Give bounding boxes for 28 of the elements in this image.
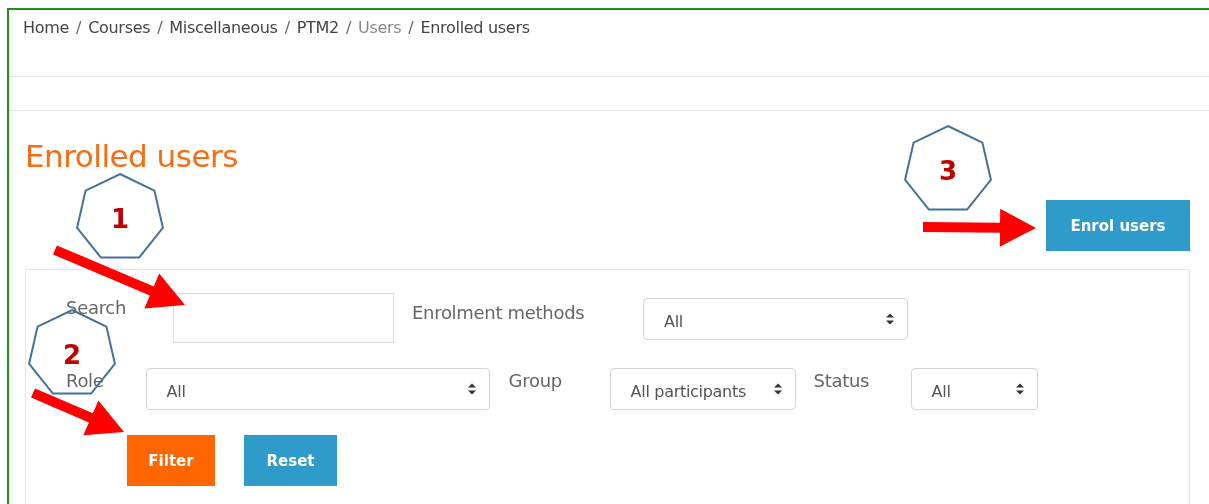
field-label: Search (66, 297, 128, 318)
select-field[interactable]: All (910, 368, 1038, 410)
callout: 3 (904, 124, 992, 211)
breadcrumb-separator: / (345, 17, 352, 37)
field-label: Status (813, 370, 871, 391)
breadcrumb-separator: / (284, 17, 290, 37)
search-field[interactable] (173, 293, 394, 343)
sort-arrows-icon (772, 382, 783, 396)
breadcrumb-link[interactable]: PTM2 (296, 17, 339, 37)
breadcrumb-link[interactable]: Users (358, 17, 402, 37)
field-label: Role (66, 370, 104, 391)
field-label: Group (508, 370, 563, 391)
sort-arrows-icon (1014, 382, 1025, 396)
breadcrumb-link[interactable]: Miscellaneous (169, 17, 278, 37)
sort-arrows-icon (885, 312, 895, 326)
field-label: Enrolment methods (412, 302, 586, 323)
breadcrumb-link[interactable]: Courses (88, 17, 151, 37)
breadcrumb-separator: / (157, 17, 163, 37)
select-field[interactable]: All (145, 368, 490, 410)
sort-arrows-icon (466, 382, 477, 396)
breadcrumb-separator: / (408, 17, 414, 37)
select-field[interactable]: All (643, 298, 908, 340)
page-heading: Enrolled users (25, 137, 238, 175)
breadcrumb-link[interactable]: Home (23, 17, 70, 37)
breadcrumb-separator: / (76, 17, 82, 37)
breadcrumb-link[interactable]: Enrolled users (420, 17, 530, 37)
callout: 1 (76, 172, 164, 259)
select-field[interactable]: All participants (609, 368, 796, 410)
